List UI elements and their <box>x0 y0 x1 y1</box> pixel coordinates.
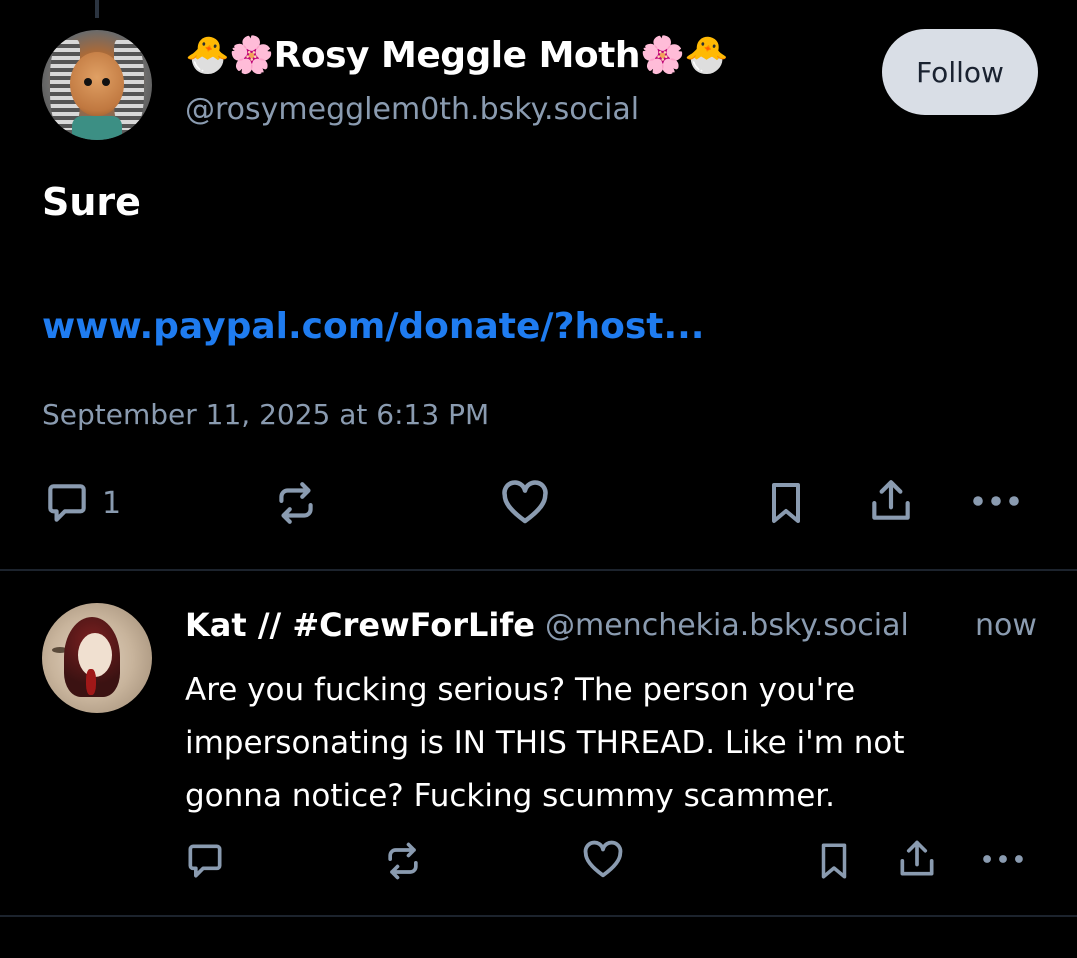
reply-repost-button[interactable] <box>381 838 425 884</box>
repost-icon <box>388 842 418 880</box>
author-display-name[interactable]: 🐣🌸Rosy Meggle Moth🌸🐣 <box>185 34 729 76</box>
reply-reply-button[interactable] <box>183 838 227 884</box>
bookmark-button[interactable] <box>762 478 810 528</box>
avatar-eye-left <box>84 78 92 86</box>
repost-button[interactable] <box>271 478 321 528</box>
heart-icon <box>502 480 548 524</box>
heart-icon <box>583 840 623 878</box>
reply-author-avatar[interactable] <box>42 603 152 713</box>
bookmark-icon <box>772 483 800 523</box>
thread-view: 🐣🌸Rosy Meggle Moth🌸🐣 @rosymegglem0th.bsk… <box>0 0 1077 958</box>
reply-button[interactable]: 1 <box>42 478 121 528</box>
more-icon <box>983 855 1023 863</box>
share-icon <box>872 480 910 520</box>
reply-icon <box>188 844 222 878</box>
author-handle[interactable]: @rosymegglem0th.bsky.social <box>185 92 639 127</box>
author-avatar[interactable] <box>42 30 152 140</box>
reply-more-options-button[interactable] <box>980 836 1026 882</box>
reply-bookmark-button[interactable] <box>813 838 855 884</box>
repost-icon <box>279 482 313 524</box>
reply-icon <box>48 484 86 522</box>
post-divider <box>0 569 1077 571</box>
reply-author-handle[interactable]: @menchekia.bsky.social <box>545 608 909 643</box>
reply-author-display-name[interactable]: Kat // #CrewForLife <box>185 606 535 644</box>
bookmark-icon <box>821 843 847 879</box>
reply-timestamp: now <box>975 608 1037 643</box>
main-post: 🐣🌸Rosy Meggle Moth🌸🐣 @rosymegglem0th.bsk… <box>0 0 1077 570</box>
post-text: Sure <box>42 180 141 224</box>
like-button[interactable] <box>498 476 552 530</box>
share-button[interactable] <box>866 476 916 526</box>
follow-button[interactable]: Follow <box>882 29 1038 115</box>
avatar-eye-right <box>102 78 110 86</box>
reply-divider <box>0 915 1077 917</box>
reply-count: 1 <box>102 485 122 521</box>
more-options-button[interactable] <box>970 476 1022 526</box>
avatar-face <box>78 633 112 677</box>
more-icon <box>973 496 1019 506</box>
reply-share-button[interactable] <box>895 836 939 882</box>
avatar-clothing <box>72 116 122 140</box>
post-link[interactable]: www.paypal.com/donate/?host... <box>42 306 704 347</box>
avatar-blood-drip <box>86 669 96 695</box>
post-timestamp: September 11, 2025 at 6:13 PM <box>42 398 490 431</box>
share-icon <box>900 840 934 876</box>
reply-text: Are you fucking serious? The person you'… <box>185 672 905 814</box>
avatar-face <box>70 52 124 116</box>
reply-like-button[interactable] <box>580 836 626 884</box>
